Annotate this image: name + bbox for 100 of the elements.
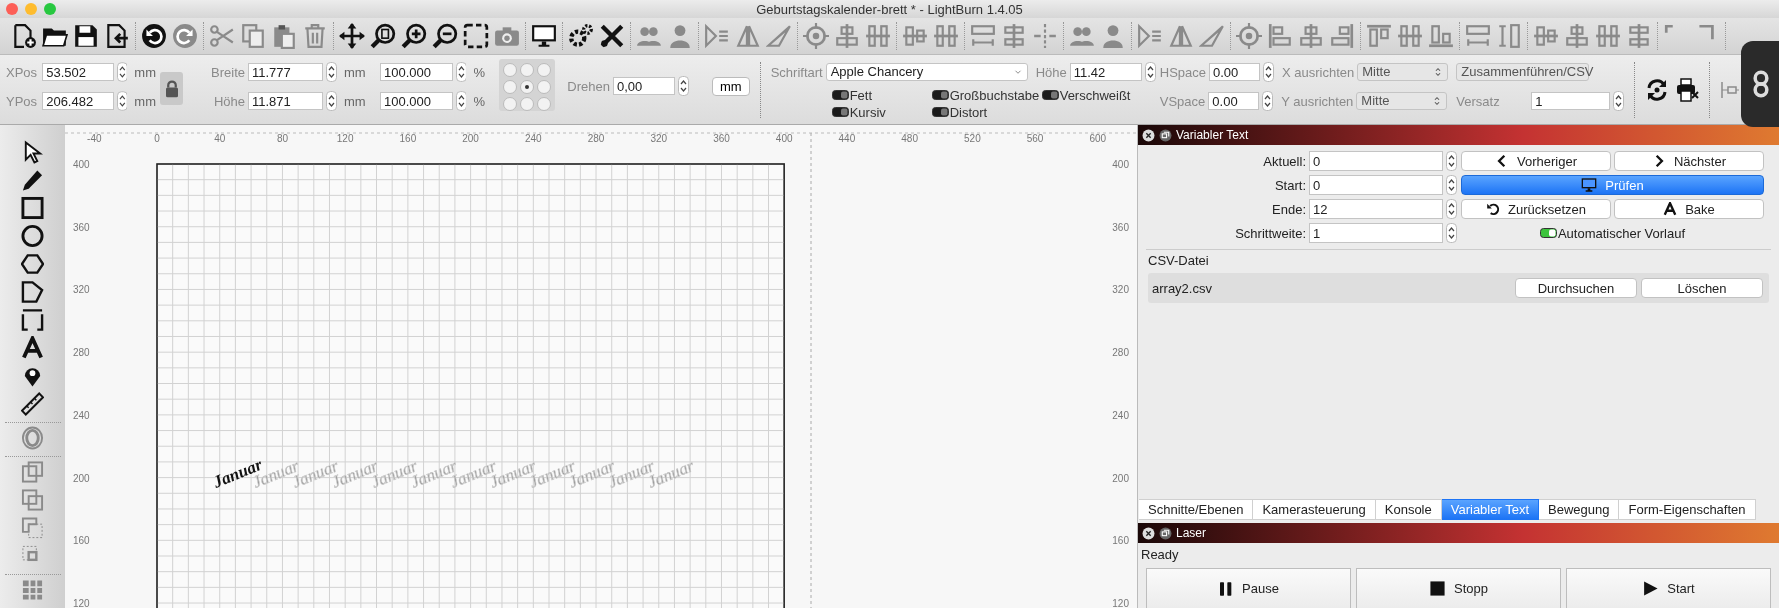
next-button[interactable]: Nächster bbox=[1614, 151, 1764, 171]
columns-icon[interactable] bbox=[865, 23, 891, 49]
monitor-icon[interactable] bbox=[531, 23, 557, 49]
export-icon[interactable] bbox=[104, 23, 130, 49]
rectangle-icon[interactable] bbox=[21, 196, 44, 220]
spinner-button[interactable] bbox=[326, 62, 337, 82]
ruler-icon[interactable] bbox=[21, 392, 44, 416]
number-field[interactable]: 12 bbox=[1309, 199, 1443, 219]
zoom-out-icon[interactable] bbox=[432, 23, 458, 49]
offset-field[interactable]: 1 bbox=[1531, 92, 1611, 110]
spinner-button[interactable] bbox=[1446, 151, 1457, 171]
align-middle-icon[interactable] bbox=[1533, 23, 1559, 49]
number-field[interactable]: 0 bbox=[1309, 175, 1443, 195]
toggle-switch[interactable] bbox=[831, 90, 849, 100]
spinner-button[interactable] bbox=[116, 62, 128, 82]
spinner-button[interactable] bbox=[455, 62, 467, 82]
spinner-button[interactable] bbox=[455, 91, 467, 111]
spinner-button[interactable] bbox=[1263, 62, 1274, 82]
close-icon[interactable] bbox=[1142, 526, 1155, 540]
scale-field[interactable]: 100.000 bbox=[380, 63, 453, 81]
toggle-switch[interactable] bbox=[831, 107, 849, 117]
spacing-field[interactable]: 0.00 bbox=[1209, 63, 1260, 81]
undo-icon[interactable] bbox=[141, 23, 167, 49]
columns-icon[interactable] bbox=[1595, 23, 1621, 49]
mirror-horizontal-icon[interactable] bbox=[704, 23, 730, 49]
bake-button[interactable]: Bake bbox=[1614, 199, 1764, 219]
crosshair-icon[interactable] bbox=[1236, 23, 1262, 49]
gears-icon[interactable] bbox=[568, 23, 594, 49]
width-field[interactable]: 11.777 bbox=[248, 63, 323, 81]
pencil-icon[interactable] bbox=[21, 168, 44, 192]
x-position-field[interactable]: 53.502 bbox=[42, 63, 114, 81]
pause-button[interactable]: Pause bbox=[1146, 568, 1351, 608]
crosshair-icon[interactable] bbox=[803, 23, 829, 49]
mirror-horizontal-icon[interactable] bbox=[1137, 23, 1163, 49]
zoom-page-icon[interactable] bbox=[370, 23, 396, 49]
alignment-dropdown[interactable]: Mitte bbox=[1356, 92, 1448, 110]
panel-tab[interactable]: Form-Eigenschaften bbox=[1619, 499, 1756, 520]
same-width-icon[interactable] bbox=[970, 23, 996, 49]
spinner-button[interactable] bbox=[678, 76, 689, 96]
toggle-switch[interactable] bbox=[931, 90, 949, 100]
panel-tab[interactable]: Konsole bbox=[1375, 499, 1442, 520]
toggle-switch[interactable] bbox=[1041, 90, 1059, 100]
toggle-switch[interactable] bbox=[931, 107, 949, 117]
toggle-switch[interactable] bbox=[1539, 228, 1557, 238]
distribute-vertical-icon[interactable] bbox=[1001, 23, 1027, 49]
font-dropdown[interactable]: Apple Chancery bbox=[825, 63, 1028, 81]
align-center-icon[interactable] bbox=[834, 23, 860, 49]
mirror-diagonal-icon[interactable] bbox=[766, 23, 792, 49]
polygon-icon[interactable] bbox=[21, 280, 44, 304]
trash-icon[interactable] bbox=[302, 23, 328, 49]
union-shapes-icon[interactable] bbox=[21, 488, 44, 512]
rotation-field[interactable]: 0,00 bbox=[613, 77, 675, 95]
align-center-icon[interactable] bbox=[1298, 23, 1324, 49]
stop-button[interactable]: Stopp bbox=[1356, 568, 1561, 608]
mirror-vertical-icon[interactable] bbox=[735, 23, 761, 49]
align-bottom-icon[interactable] bbox=[1428, 23, 1454, 49]
reset-button[interactable]: Zurücksetzen bbox=[1461, 199, 1611, 219]
printer-scissors-icon[interactable] bbox=[1675, 78, 1700, 102]
align-right-icon[interactable] bbox=[1329, 23, 1355, 49]
paste-icon[interactable] bbox=[271, 23, 297, 49]
number-field[interactable]: 1 bbox=[1309, 223, 1443, 243]
columns-icon[interactable] bbox=[1397, 23, 1423, 49]
same-height-icon[interactable] bbox=[1496, 23, 1522, 49]
panel-tab[interactable]: Kamerasteuerung bbox=[1253, 499, 1376, 520]
spinner-button[interactable] bbox=[1144, 62, 1156, 82]
align-middle-icon[interactable] bbox=[902, 23, 928, 49]
scissors-icon[interactable] bbox=[209, 23, 235, 49]
panel-tab[interactable]: Schnitte/Ebenen bbox=[1139, 499, 1254, 520]
close-window-button[interactable] bbox=[6, 3, 18, 15]
frame-icon[interactable] bbox=[21, 308, 44, 332]
units-button[interactable]: mm bbox=[712, 76, 750, 96]
spinner-button[interactable] bbox=[1613, 91, 1625, 111]
panel-tab[interactable]: Bewegung bbox=[1539, 499, 1620, 520]
spinner-button[interactable] bbox=[1262, 91, 1274, 111]
height-field[interactable]: 11.871 bbox=[248, 92, 323, 110]
align-top-icon[interactable] bbox=[1366, 23, 1392, 49]
file-button[interactable]: Löschen bbox=[1641, 278, 1763, 298]
mirror-vertical-icon[interactable] bbox=[1168, 23, 1194, 49]
circle-icon[interactable] bbox=[21, 224, 44, 248]
grid-icon[interactable] bbox=[21, 578, 44, 602]
anchor-point[interactable] bbox=[520, 80, 534, 94]
distribute-vertical-icon[interactable] bbox=[1626, 23, 1652, 49]
user-icon[interactable] bbox=[667, 23, 693, 49]
float-window-icon[interactable] bbox=[1159, 128, 1172, 142]
scale-field[interactable]: 100.000 bbox=[380, 92, 453, 110]
spinner-button[interactable] bbox=[1446, 175, 1457, 195]
user-icon[interactable] bbox=[1100, 23, 1126, 49]
align-left-icon[interactable] bbox=[1267, 23, 1293, 49]
save-icon[interactable] bbox=[73, 23, 99, 49]
redo-icon[interactable] bbox=[172, 23, 198, 49]
offset-ring-icon[interactable] bbox=[21, 426, 44, 450]
spinner-button[interactable] bbox=[1446, 199, 1457, 219]
spacing-field[interactable]: 0.00 bbox=[1208, 92, 1260, 110]
mirror-diagonal-icon[interactable] bbox=[1199, 23, 1225, 49]
number-field[interactable]: 0 bbox=[1309, 151, 1443, 171]
start-button[interactable]: Start bbox=[1566, 568, 1771, 608]
zoom-window-button[interactable] bbox=[44, 3, 56, 15]
zoom-in-icon[interactable] bbox=[401, 23, 427, 49]
y-position-field[interactable]: 206.482 bbox=[42, 92, 114, 110]
file-button[interactable]: Durchsuchen bbox=[1515, 278, 1637, 298]
